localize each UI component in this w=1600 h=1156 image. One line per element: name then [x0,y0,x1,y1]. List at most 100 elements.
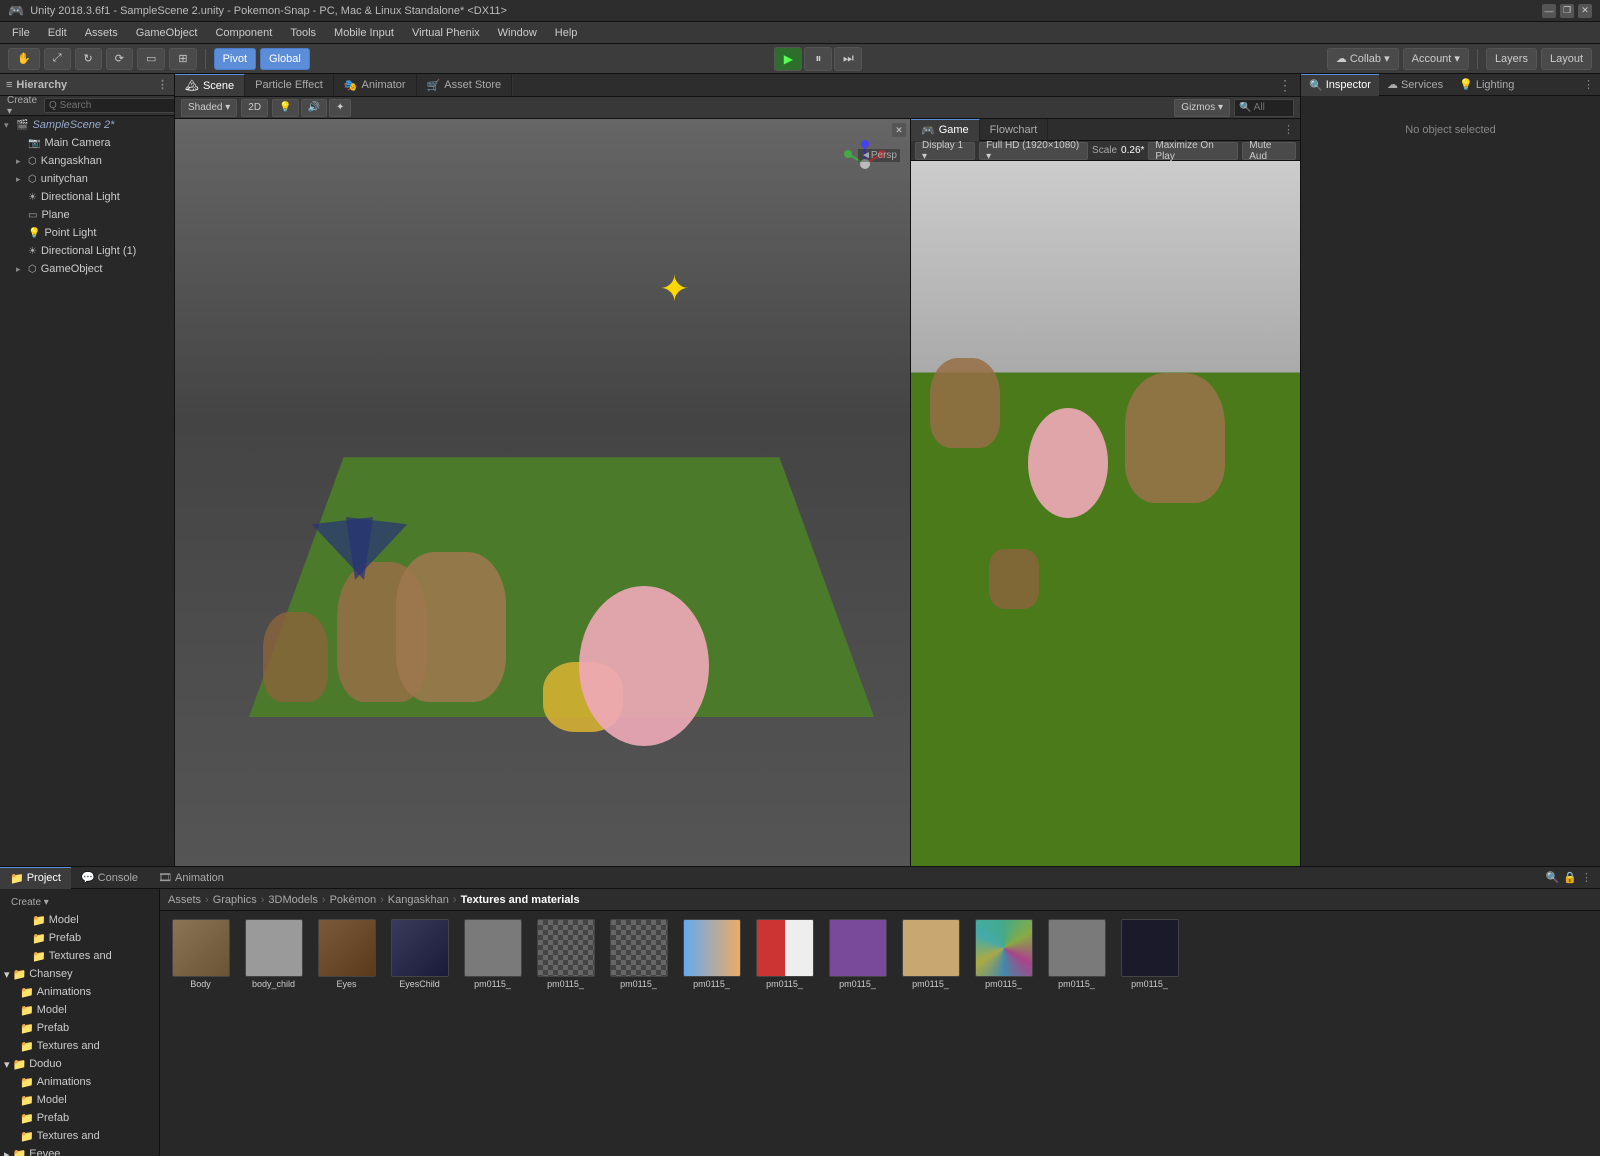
scene-view[interactable]: ✦ ◄Persp [175,119,910,866]
vfx-toggle[interactable]: ✦ [329,99,351,117]
shading-button[interactable]: Shaded ▾ [181,99,237,117]
minimize-button[interactable]: — [1542,4,1556,18]
step-button[interactable]: ⏭ [834,47,862,71]
scene-gizmo[interactable] [840,139,890,189]
pause-button[interactable]: ⏸ [804,47,832,71]
breadcrumb-assets[interactable]: Assets [168,894,201,906]
project-create-button[interactable]: Create ▾ [8,896,52,909]
project-folder-doduo-prefab[interactable]: 📁 Prefab [0,1109,159,1127]
scene-close-button[interactable]: ✕ [892,123,906,137]
project-folder-prefab[interactable]: 📁 Prefab [0,929,159,947]
tab-animation[interactable]: 🎞 Animation [148,867,234,889]
layers-button[interactable]: Layers [1486,48,1537,70]
maximize-play-button[interactable]: Maximize On Play [1148,142,1238,160]
tab-particle-effect[interactable]: Particle Effect [245,74,334,96]
tab-lighting[interactable]: 💡 Lighting [1451,74,1522,96]
menu-gameobject[interactable]: GameObject [128,25,206,41]
asset-pm0115-5[interactable]: pm0115_ [752,919,817,990]
breadcrumb-kangaskhan[interactable]: Kangaskhan [388,894,449,906]
asset-body-child[interactable]: body_child [241,919,306,990]
hierarchy-item-pointlight[interactable]: 💡 Point Light [0,224,174,242]
hierarchy-create-button[interactable]: Create ▾ [4,94,40,118]
move-tool-button[interactable]: ⤢ [44,48,71,70]
hierarchy-item-unitychan[interactable]: ▸ ⬡ unitychan [0,170,174,188]
inspector-options[interactable]: ⋮ [1583,78,1600,91]
project-folder-textures-kang[interactable]: 📁 Textures and [0,947,159,965]
hierarchy-options-button[interactable]: ⋮ [157,78,168,91]
hierarchy-item-maincamera[interactable]: 📷 Main Camera [0,134,174,152]
hierarchy-search-input[interactable] [44,98,175,113]
pivot-button[interactable]: Pivot [214,48,256,70]
hierarchy-item-samplescene[interactable]: ▾ 🎬 SampleScene 2* [0,116,174,134]
asset-pm0115-10[interactable]: pm0115_ [1117,919,1182,990]
hierarchy-item-gameobject[interactable]: ▸ ⬡ GameObject [0,260,174,278]
resolution-button[interactable]: Full HD (1920×1080) ▾ [979,142,1088,160]
hand-tool-button[interactable]: ✋ [8,48,40,70]
tab-game[interactable]: 🎮 Game [911,119,980,141]
menu-mobile-input[interactable]: Mobile Input [326,25,402,41]
project-search-icon[interactable]: 🔍 [1546,871,1560,884]
global-button[interactable]: Global [260,48,310,70]
play-button[interactable]: ▶ [774,47,802,71]
tab-services[interactable]: ☁ Services [1379,74,1451,96]
menu-window[interactable]: Window [490,25,545,41]
maximize-button[interactable]: ❐ [1560,4,1574,18]
tab-asset-store[interactable]: 🛒 Asset Store [417,74,513,96]
close-button[interactable]: ✕ [1578,4,1592,18]
menu-tools[interactable]: Tools [282,25,324,41]
asset-pm0115-1[interactable]: pm0115_ [460,919,525,990]
project-folder-doduo-anim[interactable]: 📁 Animations [0,1073,159,1091]
tab-scene[interactable]: 🏔 Scene [175,74,245,96]
account-button[interactable]: Account ▾ [1403,48,1469,70]
menu-component[interactable]: Component [207,25,280,41]
asset-pm0115-8[interactable]: pm0115_ [971,919,1036,990]
layout-button[interactable]: Layout [1541,48,1592,70]
scale-tool-button[interactable]: ⟳ [106,48,133,70]
hierarchy-item-directionallight[interactable]: ☀ Directional Light [0,188,174,206]
project-folder-chansey[interactable]: ▾ 📁 Chansey [0,965,159,983]
rect-tool-button[interactable]: ▭ [137,48,165,70]
asset-eyeschild[interactable]: EyesChild [387,919,452,990]
game-panel-options[interactable]: ⋮ [1283,123,1300,136]
2d-button[interactable]: 2D [241,99,268,117]
project-folder-eevee[interactable]: ▸ 📁 Eevee [0,1145,159,1156]
hierarchy-item-plane[interactable]: ▭ Plane [0,206,174,224]
asset-pm0115-2[interactable]: pm0115_ [533,919,598,990]
project-folder-chansey-model[interactable]: 📁 Model [0,1001,159,1019]
mute-button[interactable]: Mute Aud [1242,142,1296,160]
tab-project[interactable]: 📁 Project [0,867,71,889]
sound-toggle[interactable]: 🔊 [301,99,327,117]
project-folder-chansey-prefab[interactable]: 📁 Prefab [0,1019,159,1037]
menu-edit[interactable]: Edit [40,25,75,41]
rotate-tool-button[interactable]: ↻ [75,48,102,70]
lighting-toggle[interactable]: 💡 [272,99,298,117]
menu-assets[interactable]: Assets [77,25,126,41]
project-folder-doduo-textures[interactable]: 📁 Textures and [0,1127,159,1145]
menu-virtual-phenix[interactable]: Virtual Phenix [404,25,488,41]
tab-animator[interactable]: 🎭 Animator [334,74,417,96]
gizmos-button[interactable]: Gizmos ▾ [1174,99,1230,117]
project-folder-doduo-model[interactable]: 📁 Model [0,1091,159,1109]
scene-search-input[interactable] [1234,99,1294,117]
breadcrumb-graphics[interactable]: Graphics [213,894,257,906]
hierarchy-item-kangaskhan[interactable]: ▸ ⬡ Kangaskhan [0,152,174,170]
menu-file[interactable]: File [4,25,38,41]
project-folder-chansey-textures[interactable]: 📁 Textures and [0,1037,159,1055]
tab-flowchart[interactable]: Flowchart [980,119,1049,141]
scene-panel-options[interactable]: ⋮ [1278,77,1292,94]
asset-eyes[interactable]: Eyes [314,919,379,990]
breadcrumb-3dmodels[interactable]: 3DModels [268,894,318,906]
menu-help[interactable]: Help [547,25,586,41]
asset-pm0115-9[interactable]: pm0115_ [1044,919,1109,990]
project-folder-chansey-anim[interactable]: 📁 Animations [0,983,159,1001]
display-button[interactable]: Display 1 ▾ [915,142,975,160]
project-folder-model[interactable]: 📁 Model [0,911,159,929]
transform-tool-button[interactable]: ⊞ [169,48,196,70]
tab-inspector[interactable]: 🔍 Inspector [1301,74,1379,96]
hierarchy-item-directionallight2[interactable]: ☀ Directional Light (1) [0,242,174,260]
breadcrumb-pokemon[interactable]: Pokémon [330,894,376,906]
asset-body[interactable]: Body [168,919,233,990]
tab-console[interactable]: 💬 Console [71,867,148,889]
project-lock-icon[interactable]: 🔒 [1563,871,1577,884]
collab-button[interactable]: ☁ Collab ▾ [1327,48,1399,70]
